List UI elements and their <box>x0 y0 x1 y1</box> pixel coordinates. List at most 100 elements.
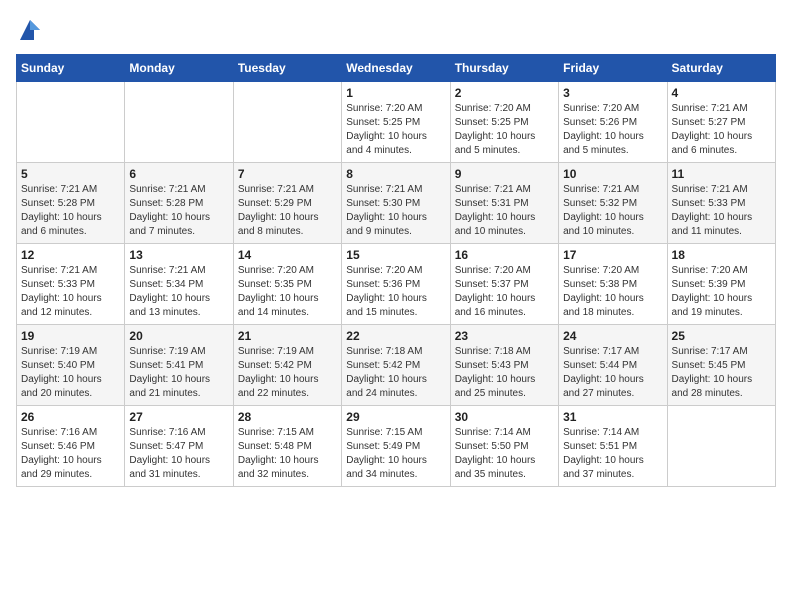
day-info: Sunrise: 7:21 AM Sunset: 5:33 PM Dayligh… <box>21 264 120 320</box>
day-info: Sunrise: 7:20 AM Sunset: 5:39 PM Dayligh… <box>672 264 771 320</box>
day-number: 20 <box>129 329 228 343</box>
table-row: 26 Sunrise: 7:16 AM Sunset: 5:46 PM Dayli… <box>17 406 125 487</box>
weekday-header-saturday: Saturday <box>667 55 775 82</box>
table-row: 5Sunrise: 7:21 AM Sunset: 5:28 PM Daylig… <box>17 163 125 244</box>
weekday-header-thursday: Thursday <box>450 55 558 82</box>
day-info: Sunrise: 7:14 AM Sunset: 5:50 PM Dayligh… <box>455 426 554 482</box>
day-info: Sunrise: 7:19 AM Sunset: 5:41 PM Dayligh… <box>129 345 228 401</box>
calendar-week-3: 12 Sunrise: 7:21 AM Sunset: 5:33 PM Dayli… <box>17 244 776 325</box>
day-info: Sunrise: 7:20 AM Sunset: 5:25 PM Dayligh… <box>346 102 445 158</box>
day-number: 4 <box>672 86 771 100</box>
day-info: Sunrise: 7:18 AM Sunset: 5:43 PM Dayligh… <box>455 345 554 401</box>
weekday-header-sunday: Sunday <box>17 55 125 82</box>
table-row: 11Sunrise: 7:21 AM Sunset: 5:33 PM Dayli… <box>667 163 775 244</box>
day-info: Sunrise: 7:16 AM Sunset: 5:46 PM Dayligh… <box>21 426 120 482</box>
weekday-header-monday: Monday <box>125 55 233 82</box>
day-number: 1 <box>346 86 445 100</box>
table-row: 2 Sunrise: 7:20 AM Sunset: 5:25 PM Daylig… <box>450 82 558 163</box>
table-row: 8 Sunrise: 7:21 AM Sunset: 5:30 PM Daylig… <box>342 163 450 244</box>
day-info: Sunrise: 7:21 AM Sunset: 5:28 PM Dayligh… <box>21 183 120 239</box>
day-info: Sunrise: 7:21 AM Sunset: 5:34 PM Dayligh… <box>129 264 228 320</box>
day-info: Sunrise: 7:19 AM Sunset: 5:42 PM Dayligh… <box>238 345 337 401</box>
day-number: 22 <box>346 329 445 343</box>
day-info: Sunrise: 7:17 AM Sunset: 5:45 PM Dayligh… <box>672 345 771 401</box>
table-row: 1 Sunrise: 7:20 AM Sunset: 5:25 PM Daylig… <box>342 82 450 163</box>
day-number: 17 <box>563 248 662 262</box>
day-number: 29 <box>346 410 445 424</box>
table-row: 7Sunrise: 7:21 AM Sunset: 5:29 PM Daylig… <box>233 163 341 244</box>
day-info: Sunrise: 7:20 AM Sunset: 5:38 PM Dayligh… <box>563 264 662 320</box>
day-info: Sunrise: 7:17 AM Sunset: 5:44 PM Dayligh… <box>563 345 662 401</box>
table-row: 29 Sunrise: 7:15 AM Sunset: 5:49 PM Dayli… <box>342 406 450 487</box>
table-row: 18 Sunrise: 7:20 AM Sunset: 5:39 PM Dayli… <box>667 244 775 325</box>
table-row: 21 Sunrise: 7:19 AM Sunset: 5:42 PM Dayli… <box>233 325 341 406</box>
calendar-week-4: 19 Sunrise: 7:19 AM Sunset: 5:40 PM Dayli… <box>17 325 776 406</box>
table-row: 10Sunrise: 7:21 AM Sunset: 5:32 PM Dayli… <box>559 163 667 244</box>
day-number: 21 <box>238 329 337 343</box>
day-number: 30 <box>455 410 554 424</box>
day-info: Sunrise: 7:20 AM Sunset: 5:26 PM Dayligh… <box>563 102 662 158</box>
page-header <box>16 16 776 44</box>
day-number: 18 <box>672 248 771 262</box>
table-row <box>667 406 775 487</box>
day-info: Sunrise: 7:20 AM Sunset: 5:36 PM Dayligh… <box>346 264 445 320</box>
table-row: 19 Sunrise: 7:19 AM Sunset: 5:40 PM Dayli… <box>17 325 125 406</box>
day-info: Sunrise: 7:21 AM Sunset: 5:30 PM Dayligh… <box>346 183 445 239</box>
table-row: 17 Sunrise: 7:20 AM Sunset: 5:38 PM Dayli… <box>559 244 667 325</box>
table-row: 6Sunrise: 7:21 AM Sunset: 5:28 PM Daylig… <box>125 163 233 244</box>
day-number: 16 <box>455 248 554 262</box>
day-info: Sunrise: 7:21 AM Sunset: 5:27 PM Dayligh… <box>672 102 771 158</box>
day-info: Sunrise: 7:19 AM Sunset: 5:40 PM Dayligh… <box>21 345 120 401</box>
day-info: Sunrise: 7:21 AM Sunset: 5:31 PM Dayligh… <box>455 183 554 239</box>
table-row: 30 Sunrise: 7:14 AM Sunset: 5:50 PM Dayli… <box>450 406 558 487</box>
day-number: 3 <box>563 86 662 100</box>
day-number: 19 <box>21 329 120 343</box>
weekday-header-tuesday: Tuesday <box>233 55 341 82</box>
table-row: 16 Sunrise: 7:20 AM Sunset: 5:37 PM Dayli… <box>450 244 558 325</box>
day-number: 13 <box>129 248 228 262</box>
table-row: 13 Sunrise: 7:21 AM Sunset: 5:34 PM Dayli… <box>125 244 233 325</box>
day-number: 9 <box>455 167 554 181</box>
day-number: 2 <box>455 86 554 100</box>
day-number: 24 <box>563 329 662 343</box>
day-number: 8 <box>346 167 445 181</box>
day-number: 15 <box>346 248 445 262</box>
table-row: 12 Sunrise: 7:21 AM Sunset: 5:33 PM Dayli… <box>17 244 125 325</box>
day-number: 27 <box>129 410 228 424</box>
table-row: 14 Sunrise: 7:20 AM Sunset: 5:35 PM Dayli… <box>233 244 341 325</box>
day-number: 26 <box>21 410 120 424</box>
day-info: Sunrise: 7:20 AM Sunset: 5:35 PM Dayligh… <box>238 264 337 320</box>
table-row: 27 Sunrise: 7:16 AM Sunset: 5:47 PM Dayli… <box>125 406 233 487</box>
day-info: Sunrise: 7:21 AM Sunset: 5:32 PM Dayligh… <box>563 183 662 239</box>
table-row: 22 Sunrise: 7:18 AM Sunset: 5:42 PM Dayli… <box>342 325 450 406</box>
day-info: Sunrise: 7:15 AM Sunset: 5:49 PM Dayligh… <box>346 426 445 482</box>
table-row: 4 Sunrise: 7:21 AM Sunset: 5:27 PM Daylig… <box>667 82 775 163</box>
day-info: Sunrise: 7:14 AM Sunset: 5:51 PM Dayligh… <box>563 426 662 482</box>
calendar-week-5: 26 Sunrise: 7:16 AM Sunset: 5:46 PM Dayli… <box>17 406 776 487</box>
weekday-header-wednesday: Wednesday <box>342 55 450 82</box>
calendar-week-1: 1 Sunrise: 7:20 AM Sunset: 5:25 PM Daylig… <box>17 82 776 163</box>
day-number: 25 <box>672 329 771 343</box>
day-info: Sunrise: 7:16 AM Sunset: 5:47 PM Dayligh… <box>129 426 228 482</box>
day-number: 31 <box>563 410 662 424</box>
day-info: Sunrise: 7:20 AM Sunset: 5:25 PM Dayligh… <box>455 102 554 158</box>
table-row: 24 Sunrise: 7:17 AM Sunset: 5:44 PM Dayli… <box>559 325 667 406</box>
day-number: 14 <box>238 248 337 262</box>
table-row: 3 Sunrise: 7:20 AM Sunset: 5:26 PM Daylig… <box>559 82 667 163</box>
day-info: Sunrise: 7:20 AM Sunset: 5:37 PM Dayligh… <box>455 264 554 320</box>
table-row: 31 Sunrise: 7:14 AM Sunset: 5:51 PM Dayli… <box>559 406 667 487</box>
table-row: 23Sunrise: 7:18 AM Sunset: 5:43 PM Dayli… <box>450 325 558 406</box>
logo-icon <box>16 16 44 44</box>
day-number: 7 <box>238 167 337 181</box>
table-row: 20 Sunrise: 7:19 AM Sunset: 5:41 PM Dayli… <box>125 325 233 406</box>
day-info: Sunrise: 7:18 AM Sunset: 5:42 PM Dayligh… <box>346 345 445 401</box>
table-row: 9 Sunrise: 7:21 AM Sunset: 5:31 PM Daylig… <box>450 163 558 244</box>
calendar-body: 1 Sunrise: 7:20 AM Sunset: 5:25 PM Daylig… <box>17 82 776 487</box>
day-number: 6 <box>129 167 228 181</box>
weekday-header-friday: Friday <box>559 55 667 82</box>
table-row <box>233 82 341 163</box>
table-row: 25 Sunrise: 7:17 AM Sunset: 5:45 PM Dayli… <box>667 325 775 406</box>
day-number: 12 <box>21 248 120 262</box>
calendar-header: SundayMondayTuesdayWednesdayThursdayFrid… <box>17 55 776 82</box>
logo <box>16 16 48 44</box>
